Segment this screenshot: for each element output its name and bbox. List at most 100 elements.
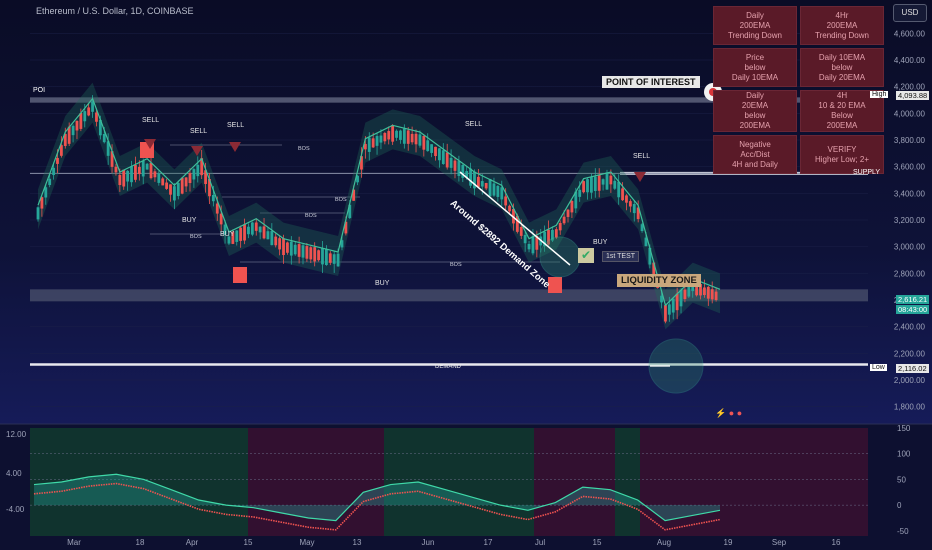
candle-body	[430, 144, 434, 153]
candle-body	[441, 150, 445, 165]
candle-body	[137, 166, 141, 175]
candle-body	[250, 222, 254, 235]
osc-left-tick: -4.00	[6, 505, 25, 514]
candle-body	[188, 173, 192, 184]
candle-body	[52, 167, 55, 176]
candle-body	[91, 101, 94, 112]
candle-body	[667, 304, 671, 315]
x-tick-label: 19	[724, 538, 733, 547]
osc-right-tick: -50	[897, 527, 909, 536]
candle-body	[87, 107, 91, 116]
candle-body	[558, 222, 562, 231]
candle-body	[313, 247, 317, 262]
currency-button[interactable]: USD	[893, 4, 927, 22]
candle-body	[523, 234, 527, 244]
candle-body	[254, 222, 258, 231]
candle-body	[305, 246, 309, 259]
candle-body	[278, 238, 282, 250]
candle-body	[613, 180, 617, 189]
candle-body	[114, 166, 118, 173]
candle-body	[426, 140, 430, 152]
candle-body	[664, 305, 667, 322]
candle-body	[332, 254, 336, 264]
y-tick-label: 4,000.00	[894, 109, 926, 118]
candle-body	[679, 289, 683, 307]
sell-label: SELL	[190, 128, 208, 135]
y-tick-label: 3,800.00	[894, 136, 926, 145]
candle-body	[469, 168, 472, 186]
signal-cell: 4Hr 200EMA Trending Down	[800, 6, 884, 45]
candle-body	[145, 163, 149, 170]
candle-body	[192, 169, 196, 180]
y-tick-label: 3,600.00	[894, 163, 926, 172]
osc-right-tick: 50	[897, 475, 906, 484]
x-tick-label: 16	[832, 538, 841, 547]
bos-label: BOS	[335, 197, 347, 203]
liquidity-zone-label: LIQUIDITY ZONE	[617, 274, 701, 287]
candle-body	[410, 133, 414, 143]
candle-body	[321, 247, 324, 265]
sell-marker	[229, 142, 241, 152]
low-value: 2,116.02	[896, 364, 929, 373]
candle-body	[387, 131, 391, 140]
candle-body	[601, 179, 605, 185]
flag-icon[interactable]: ●	[737, 408, 742, 418]
candle-body	[391, 125, 395, 142]
candle-body	[508, 205, 511, 212]
x-tick-label: Sep	[772, 538, 787, 547]
candle-body	[161, 178, 165, 186]
check-icon: ✔	[578, 248, 594, 263]
last-price: 2,616.21	[896, 295, 930, 304]
x-tick-label: 13	[353, 538, 362, 547]
candle-body	[714, 291, 718, 301]
symbol-title[interactable]: Ethereum / U.S. Dollar, 1D, COINBASE	[36, 6, 194, 16]
bos-label: BOS	[298, 146, 310, 152]
candle-body	[36, 207, 40, 220]
y-tick-label: 2,800.00	[894, 269, 926, 278]
candle-body	[500, 187, 504, 200]
candle-body	[118, 174, 122, 186]
candle-body	[126, 170, 130, 182]
candle-body	[554, 229, 558, 238]
candle-body	[519, 226, 523, 236]
y-tick-label: 1,800.00	[894, 403, 926, 412]
supply-label: SUPPLY	[853, 169, 881, 176]
demand-marker	[548, 277, 562, 293]
candle-body	[215, 203, 219, 214]
candle-body	[270, 231, 274, 246]
indicator-icons[interactable]: ⚡ ● ●	[715, 408, 742, 419]
lightning-icon[interactable]: ⚡	[715, 408, 726, 418]
demand-line-label: DEMAND	[435, 364, 462, 370]
candle-body	[317, 250, 320, 261]
candle-body	[492, 183, 496, 196]
candle-body	[632, 204, 636, 214]
candle-body	[165, 182, 169, 189]
candle-body	[488, 178, 492, 197]
x-tick-label: 17	[484, 538, 493, 547]
candle-body	[336, 253, 340, 267]
flag-icon[interactable]: ●	[729, 408, 734, 418]
buy-label: BUY	[182, 217, 197, 224]
candle-body	[582, 181, 585, 193]
x-tick-label: May	[299, 538, 314, 547]
candle-body	[184, 177, 188, 187]
candle-body	[414, 133, 418, 145]
demand-marker	[233, 267, 247, 283]
sell-marker	[634, 172, 646, 182]
candle-body	[480, 181, 484, 187]
candle-body	[371, 138, 375, 148]
candle-body	[621, 188, 624, 201]
signal-cell: Price below Daily 10EMA	[713, 48, 797, 87]
osc-right-tick: 150	[897, 424, 911, 433]
candle-body	[457, 161, 461, 177]
osc-right-tick: 100	[897, 450, 911, 459]
candle-body	[176, 183, 180, 197]
candle-body	[476, 176, 480, 187]
candle-body	[324, 249, 328, 265]
sell-label: SELL	[227, 122, 245, 129]
y-tick-label: 4,400.00	[894, 56, 926, 65]
sell-label: SELL	[465, 121, 483, 128]
candle-body	[628, 201, 632, 207]
osc-left-tick: 12.00	[6, 430, 27, 439]
buy-label: BUY	[220, 231, 235, 238]
